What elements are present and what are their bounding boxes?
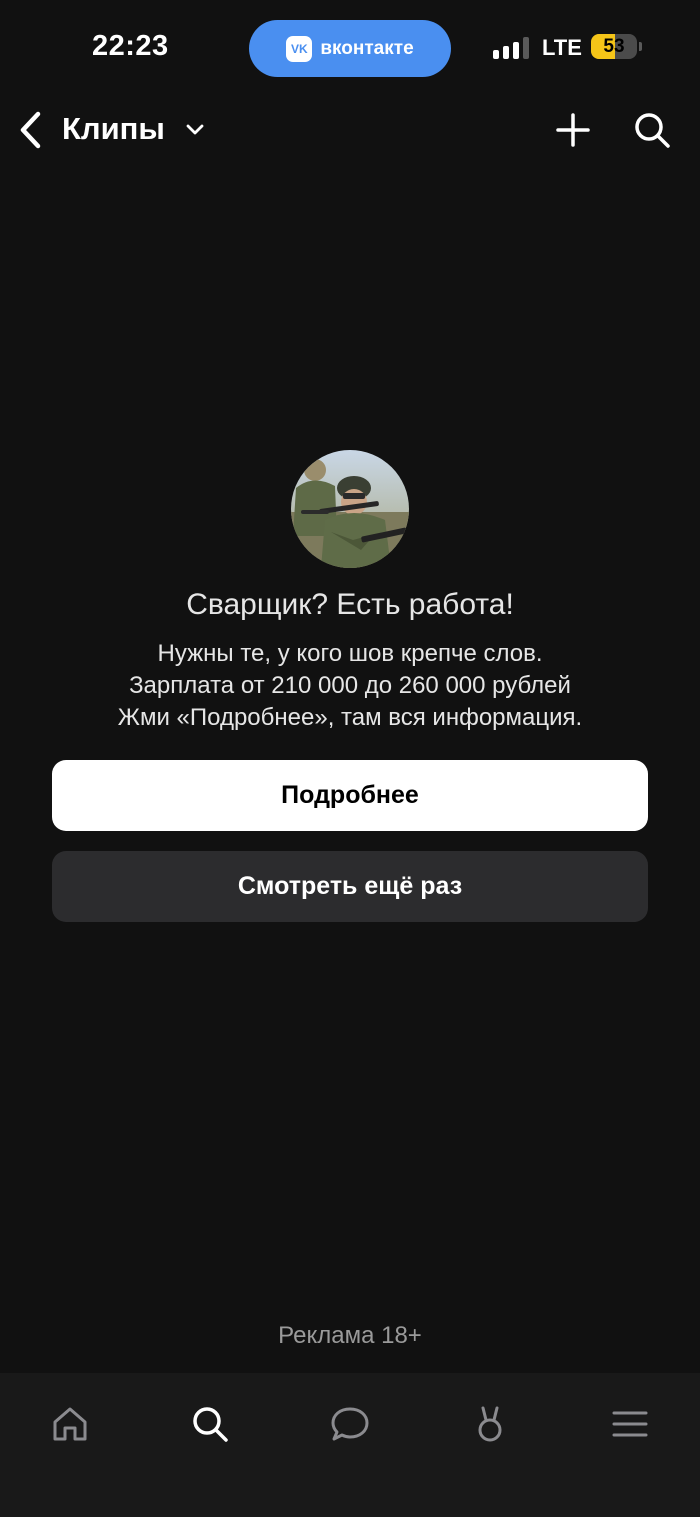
- vk-pill-label: вконтакте: [320, 37, 414, 59]
- ad-avatar: [291, 450, 409, 568]
- more-details-button[interactable]: Подробнее: [52, 760, 648, 831]
- ad-label: Реклама 18+: [278, 1322, 422, 1349]
- watch-again-button[interactable]: Смотреть ещё раз: [52, 851, 648, 922]
- plus-icon[interactable]: [553, 110, 593, 150]
- battery-level: 53: [603, 35, 625, 57]
- battery-cap: [639, 42, 642, 51]
- network-type: LTE: [542, 35, 582, 60]
- vk-logo-icon: VK: [286, 35, 313, 62]
- battery-icon: 53: [591, 34, 637, 59]
- home-icon: [53, 1407, 87, 1441]
- screen: 22:23 VK вконтакте LTE 53 Клипы Сварщик?…: [0, 0, 700, 1517]
- tab-clips[interactable]: [455, 1401, 525, 1447]
- tab-menu[interactable]: [595, 1401, 665, 1447]
- tab-bar: [0, 1373, 700, 1517]
- signal-icon: [493, 37, 531, 59]
- tab-home[interactable]: [35, 1401, 105, 1447]
- search-icon: [193, 1407, 228, 1442]
- menu-icon: [612, 1411, 648, 1437]
- page-title[interactable]: Клипы: [62, 111, 165, 147]
- status-bar: 22:23 VK вконтакте LTE 53: [0, 0, 700, 96]
- back-icon[interactable]: [12, 108, 52, 152]
- chevron-down-icon[interactable]: [184, 120, 206, 140]
- status-time: 22:23: [92, 30, 169, 62]
- ad-body-line: Нужны те, у кого шов крепче слов.: [157, 640, 543, 667]
- search-icon[interactable]: [632, 110, 672, 150]
- messages-icon: [331, 1407, 369, 1441]
- soldiers-photo-icon: [291, 450, 409, 568]
- tab-messages[interactable]: [315, 1401, 385, 1447]
- ad-body: Нужны те, у кого шов крепче слов. Зарпла…: [40, 638, 660, 734]
- header: Клипы: [0, 100, 700, 160]
- ad-body-line: Зарплата от 210 000 до 260 000 рублей: [129, 672, 571, 699]
- ad-body-line: Жми «Подробнее», там вся информация.: [117, 704, 583, 731]
- ad-title: Сварщик? Есть работа!: [186, 588, 514, 621]
- tab-search[interactable]: [175, 1401, 245, 1447]
- vk-app-pill[interactable]: VK вконтакте: [249, 20, 451, 77]
- clips-icon: [478, 1406, 502, 1442]
